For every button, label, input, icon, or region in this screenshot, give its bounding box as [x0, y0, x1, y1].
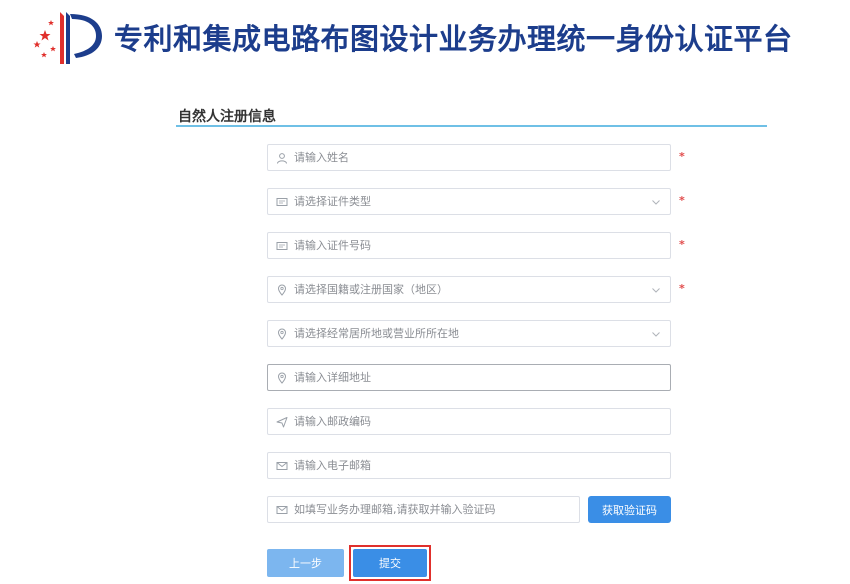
email-field[interactable] — [267, 452, 671, 479]
address-field[interactable] — [267, 364, 671, 391]
verify-code-field[interactable] — [267, 496, 580, 523]
verify-code-input[interactable] — [294, 497, 579, 522]
chevron-down-icon[interactable] — [650, 284, 662, 296]
user-icon — [276, 152, 288, 164]
residence-input[interactable] — [294, 321, 650, 346]
postal-code-field[interactable] — [267, 408, 671, 435]
site-logo — [30, 8, 108, 68]
location-pin-icon — [276, 372, 288, 384]
residence-select[interactable] — [267, 320, 671, 347]
get-verify-code-button[interactable]: 获取验证码 — [588, 496, 671, 523]
id-card-icon — [276, 196, 288, 208]
name-field[interactable] — [267, 144, 671, 171]
chevron-down-icon[interactable] — [650, 196, 662, 208]
id-type-select[interactable] — [267, 188, 671, 215]
id-card-icon — [276, 240, 288, 252]
required-mark: * — [679, 150, 685, 163]
address-input[interactable] — [294, 365, 670, 390]
nationality-select[interactable] — [267, 276, 671, 303]
id-number-field[interactable] — [267, 232, 671, 259]
required-mark: * — [679, 282, 685, 295]
submit-highlight-box — [349, 545, 431, 581]
email-input[interactable] — [294, 453, 670, 478]
required-mark: * — [679, 238, 685, 251]
location-icon — [276, 284, 288, 296]
nationality-input[interactable] — [294, 277, 650, 302]
id-number-input[interactable] — [294, 233, 670, 258]
section-divider — [176, 125, 767, 127]
section-title: 自然人注册信息 — [178, 106, 276, 126]
mail-icon — [276, 460, 288, 472]
required-mark: * — [679, 194, 685, 207]
location-icon — [276, 328, 288, 340]
mail-icon — [276, 504, 288, 516]
send-icon — [276, 416, 288, 428]
chevron-down-icon[interactable] — [650, 328, 662, 340]
name-input[interactable] — [294, 145, 670, 170]
postal-code-input[interactable] — [294, 409, 670, 434]
previous-step-button[interactable]: 上一步 — [267, 549, 344, 577]
site-title: 专利和集成电路布图设计业务办理统一身份认证平台 — [114, 16, 793, 58]
id-type-input[interactable] — [294, 189, 650, 214]
